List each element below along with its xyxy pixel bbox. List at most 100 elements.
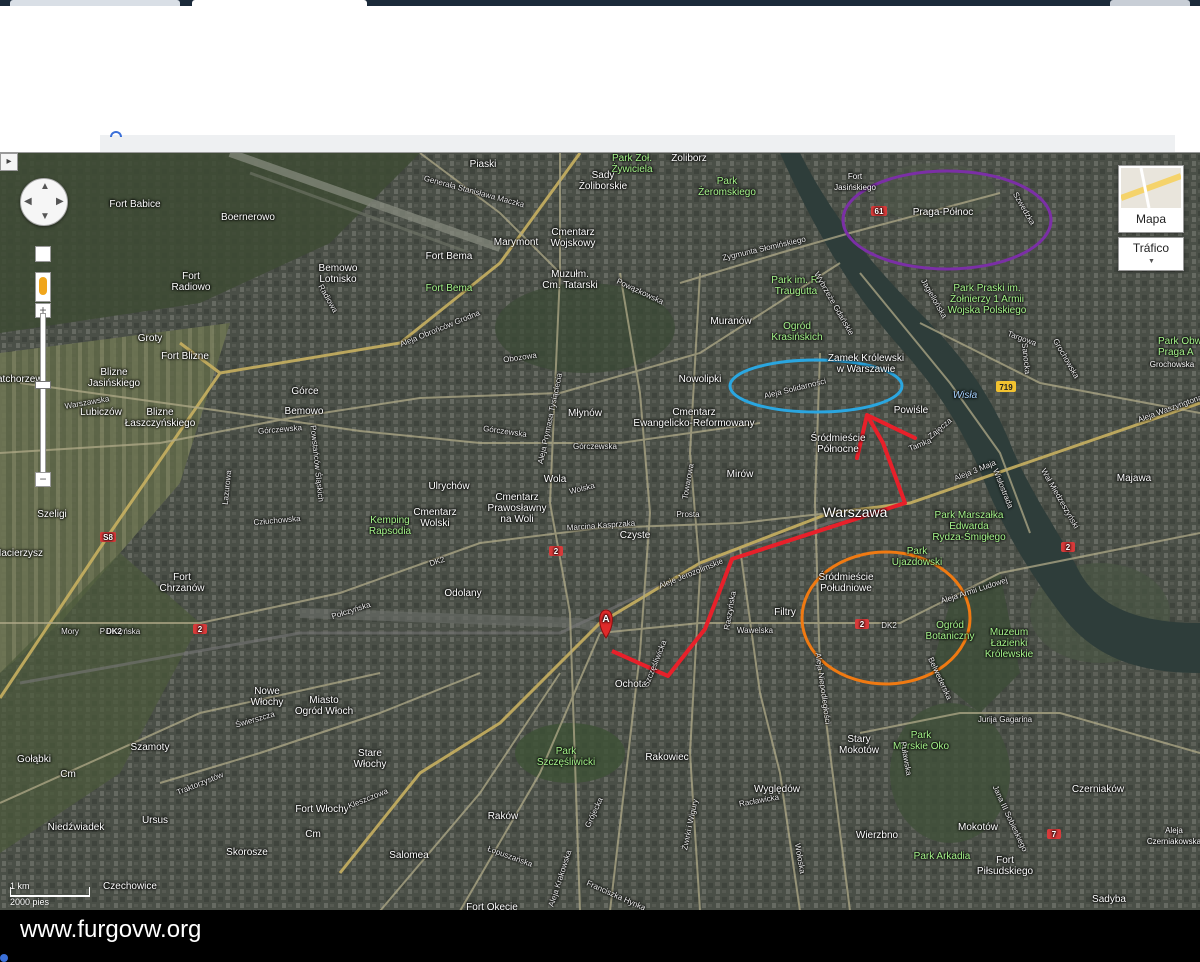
watermark-bar: www.furgovw.org <box>0 910 1200 962</box>
label-cmentarz-prawoslawny: Cmentarz Prawosławny na Woli <box>487 492 547 525</box>
label-ursus: Ursus <box>141 815 169 826</box>
label-odolany: Odolany <box>444 588 482 599</box>
label-blizne-laszczynskiego: Blizne Łaszczyńskiego <box>124 407 196 429</box>
pan-down-icon[interactable]: ▼ <box>40 211 50 222</box>
label-bemowo: Bemowo <box>284 406 324 417</box>
label-warszawa: Warszawa <box>822 504 888 520</box>
label-lubiczow: Lubiczów <box>80 407 122 418</box>
road-label: Jurija Gagarina <box>977 715 1033 724</box>
zoom-slider-track[interactable] <box>40 313 46 475</box>
label-wola: Wola <box>543 474 567 485</box>
pan-right-icon[interactable]: ▶ <box>56 196 64 207</box>
label-wierzbno: Wierzbno <box>855 830 899 841</box>
label-czerniakow: Czerniaków <box>1071 784 1125 795</box>
label-fort-blizne: Fort Blizne <box>161 351 209 362</box>
chevron-down-icon: ▼ <box>1148 258 1155 265</box>
label-gorce: Górce <box>291 386 319 397</box>
label-szamoty: Szamoty <box>130 742 170 753</box>
map-type-label: Mapa <box>1135 212 1167 226</box>
label-mokotow: Mokotów <box>957 822 999 833</box>
label-blizne-jasinskiego: Blizne Jasińskiego <box>87 367 141 389</box>
label-cmentarz-wolski: Cmentarz Wolski <box>413 507 457 529</box>
label-boernerowo: Boernerowo <box>221 212 275 223</box>
label-macierzysz: Macierzysz <box>0 548 44 559</box>
google-logo-fragment <box>110 131 122 137</box>
label-grochowska: Grochowska <box>1149 360 1195 369</box>
label-cmentarz-ewangelicko: Cmentarz Ewangelicko-Reformowany <box>633 407 755 429</box>
route-shield: 2 <box>553 547 559 556</box>
road-label: Mory <box>61 627 79 636</box>
label-filtry: Filtry <box>774 607 796 618</box>
label-ogrod-krasinskich: Ogród Krasińskich <box>771 321 823 343</box>
label-fort-jasinskiego: Fort Jasińskiego <box>834 172 876 192</box>
scale-imperial: 2000 pies <box>10 897 50 907</box>
label-marymont: Marymont <box>493 237 539 248</box>
pan-left-icon[interactable]: ◀ <box>24 196 32 207</box>
label-czechowice: Czechowice <box>103 881 157 892</box>
label-szeligi: Szeligi <box>37 509 67 520</box>
label-fort-radiowo: Fort Radiowo <box>171 271 211 293</box>
label-muzulm-tatarski: Muzułm. Cm. Tatarski <box>542 269 598 291</box>
label-nowolipki: Nowolipki <box>678 374 722 385</box>
label-nowe-wlochy: Nowe Włochy <box>250 686 284 708</box>
label-golabki: Gołąbki <box>17 754 51 765</box>
route-shield: 61 <box>874 207 884 216</box>
label-fort-bema: Fort Bema <box>425 251 473 262</box>
label-skorosze: Skorosze <box>226 847 268 858</box>
road-label: Wawelska <box>736 626 774 635</box>
label-stary-mokotow: Stary Mokotów <box>838 734 880 756</box>
label-cm: Cm <box>60 769 76 780</box>
label-zamek: Zamek Królewski w Warszawie <box>827 353 905 375</box>
route-shield: S8 <box>103 533 113 542</box>
traffic-label: Tráfico <box>1132 241 1170 255</box>
footer-dot <box>0 954 8 962</box>
label-stare-wlochy: Stare Włochy <box>353 748 387 770</box>
label-park-praski: Park Praski im. Żołnierzy 1 Armii Wojska… <box>947 283 1027 316</box>
label-rakow: Raków <box>487 811 519 822</box>
pan-control[interactable]: ▲ ▼ ◀ ▶ <box>20 178 68 226</box>
label-srodmiescie-poludniowe: Śródmieście Południowe <box>818 572 874 594</box>
map-type-button[interactable]: Mapa <box>1118 165 1184 233</box>
street-view-icon[interactable] <box>35 246 51 262</box>
route-shield: 719 <box>999 383 1013 392</box>
label-park-szczesliwicki: Park Szczęśliwicki <box>536 746 596 768</box>
route-shield: 2 <box>197 625 203 634</box>
label-piaski: Piaski <box>469 159 497 170</box>
label-fort-wlochy: Fort Włochy <box>295 804 349 815</box>
satellite-map[interactable]: 2 2 2 2 7 61 719 S8 A Warszawa Praga-Pół… <box>0 152 1200 911</box>
label-sadyba: Sadyba <box>1092 894 1126 905</box>
traffic-button[interactable]: Tráfico ▼ <box>1118 237 1184 271</box>
label-park-marszalka: Park Marszałka Edwarda Rydza-Śmigłego <box>932 510 1006 543</box>
road-label: DK2 <box>881 621 897 630</box>
search-bar[interactable] <box>100 135 1175 152</box>
label-park-arkadia: Park Arkadia <box>913 851 971 862</box>
zoom-slider-thumb[interactable] <box>35 381 51 389</box>
label-powisle: Powiśle <box>893 405 929 416</box>
label-groty: Groty <box>137 333 163 344</box>
map-scale: 1 km 2000 pies <box>10 881 90 907</box>
route-shield: 2 <box>1065 543 1071 552</box>
label-park-obwa: Park Obw Praga A <box>1158 336 1200 358</box>
label-aleja-czerniakowska: Aleja Czerniakowska <box>1146 826 1200 846</box>
label-park-ujazdowski: Park Ujazdowski <box>891 546 943 568</box>
zoom-out-button[interactable]: − <box>35 472 51 487</box>
road-label: DK2 <box>105 627 123 636</box>
label-miasto-ogrod-wloch: Miasto Ogród Włoch <box>294 695 354 717</box>
label-fort-bema-park: Fort Bema <box>425 283 473 294</box>
label-zoliborz: Żoliborz <box>671 153 707 164</box>
side-panel-toggle[interactable]: ▸ <box>0 153 18 171</box>
route-shield: 7 <box>1051 830 1057 839</box>
label-fort-babice: Fort Babice <box>109 199 161 210</box>
pegman-icon[interactable] <box>35 272 51 302</box>
label-wisla: Wisła <box>952 390 978 401</box>
label-cm-2: Cm <box>305 829 321 840</box>
label-muranow: Muranów <box>710 316 752 327</box>
label-praga-polnoc: Praga-Północ <box>912 207 974 218</box>
pan-up-icon[interactable]: ▲ <box>40 181 50 192</box>
label-ulrychow: Ulrychów <box>428 481 470 492</box>
label-czyste: Czyste <box>619 530 651 541</box>
map-type-thumbnail <box>1121 168 1181 208</box>
label-muzeum-lazienki: Muzeum Łazienki Królewskie <box>984 627 1034 660</box>
label-majawa: Majawa <box>1116 473 1152 484</box>
label-fort-chrzanow: Fort Chrzanów <box>159 572 205 594</box>
